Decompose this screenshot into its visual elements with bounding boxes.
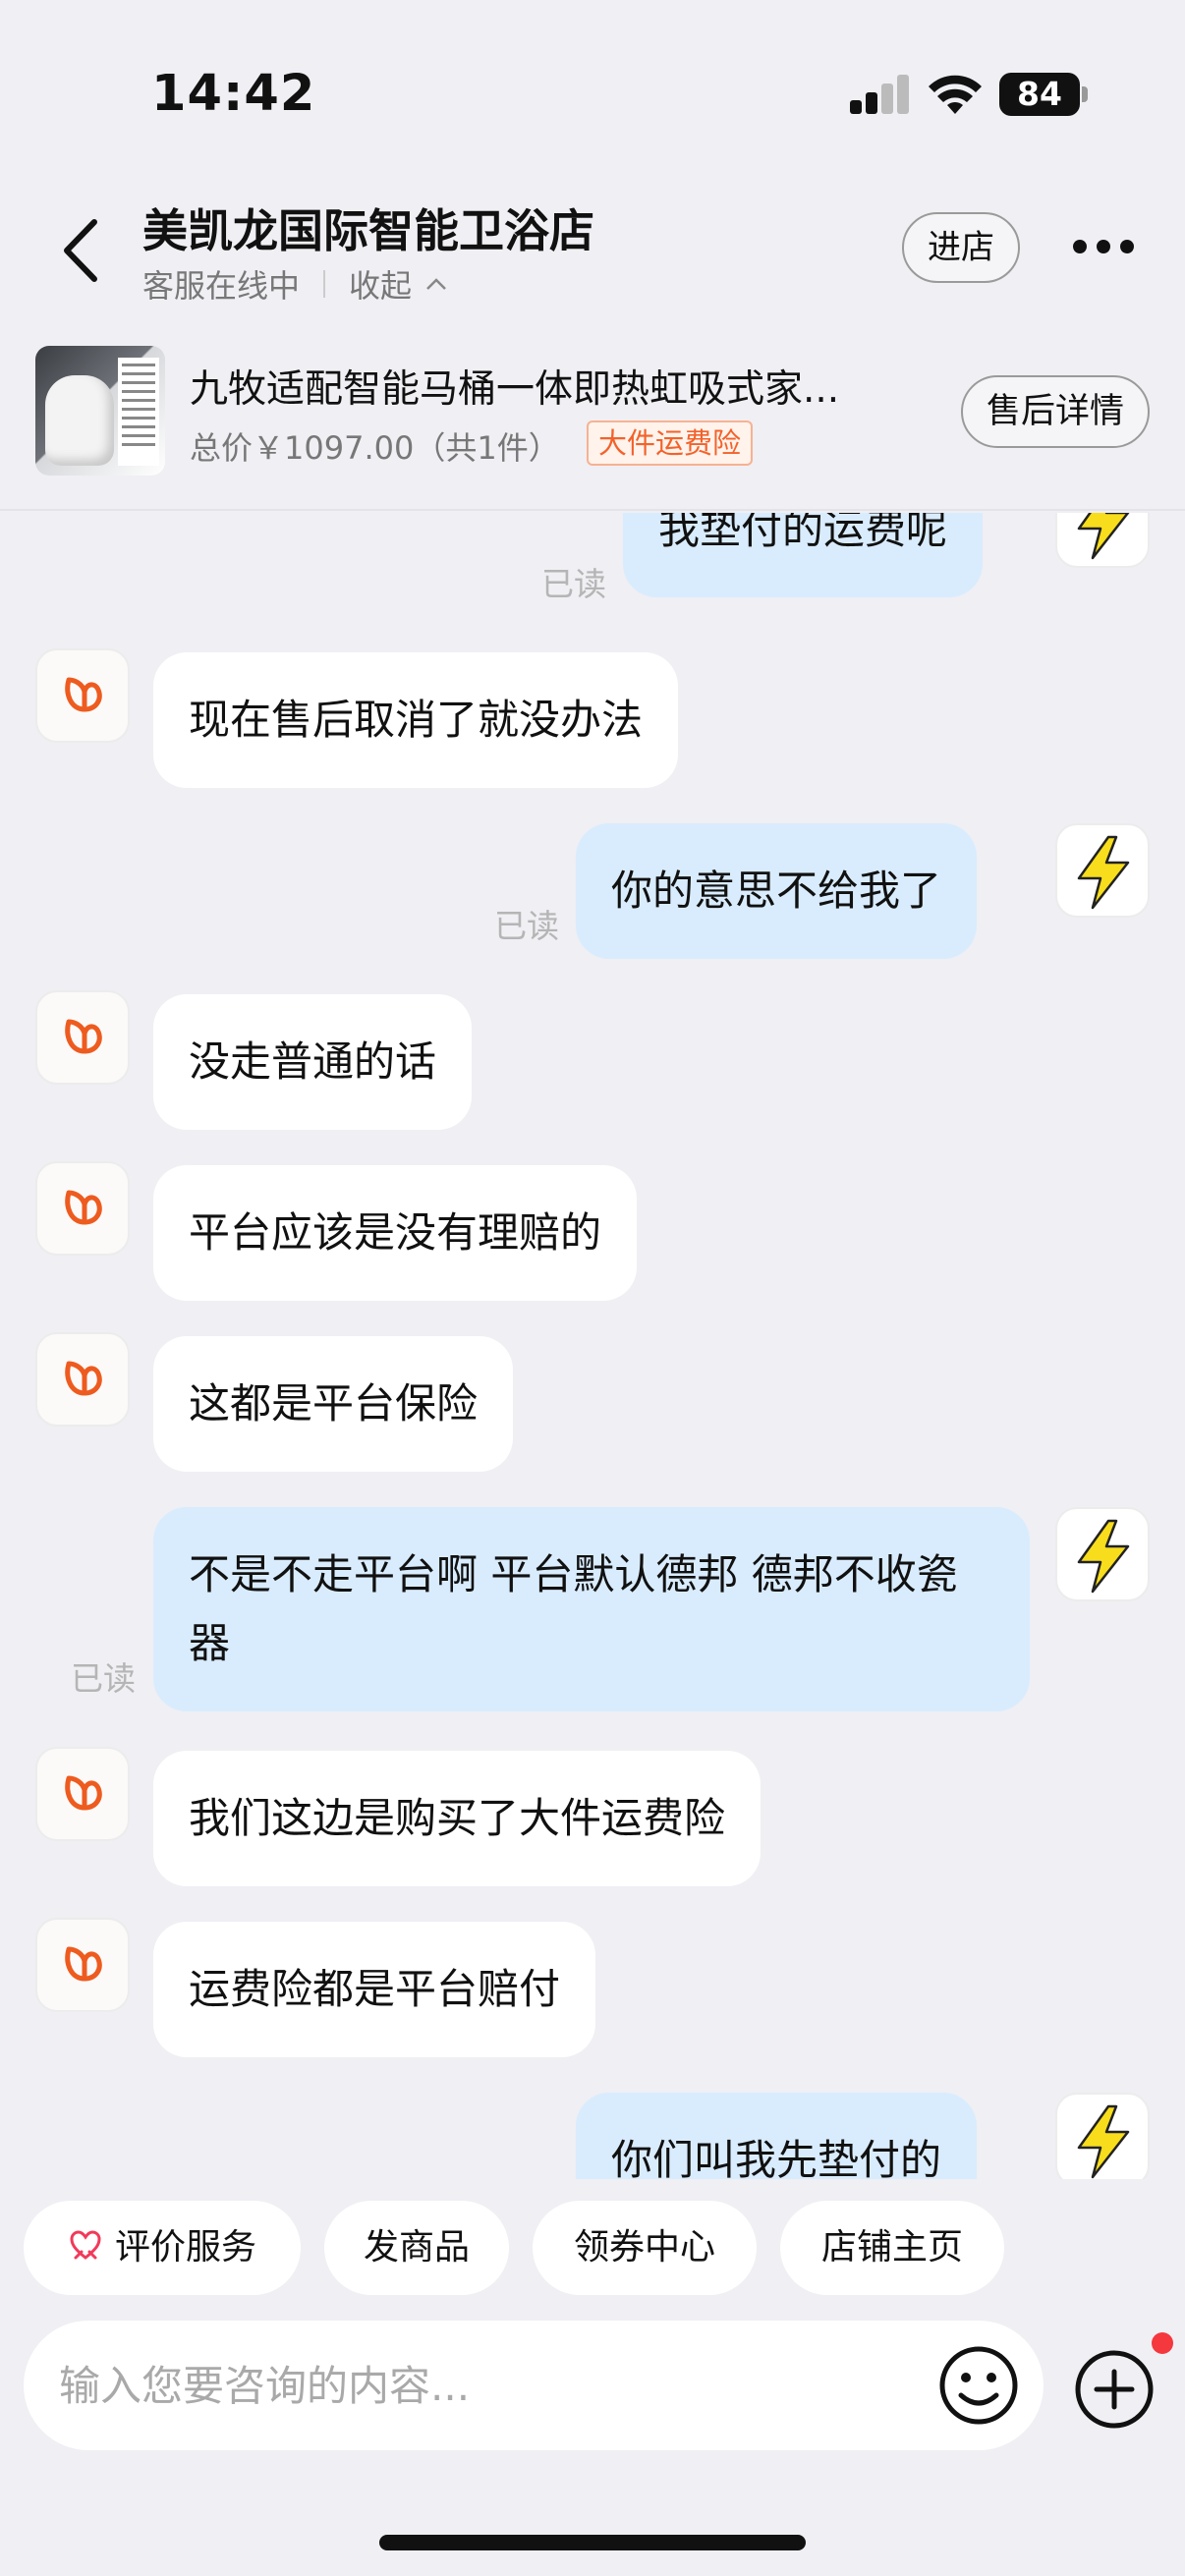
rate-service-chip[interactable]: 评价服务 bbox=[24, 2201, 301, 2295]
shop-avatar[interactable] bbox=[35, 1332, 130, 1427]
heart-hands-icon bbox=[70, 2230, 101, 2260]
shop-logo-icon bbox=[65, 1190, 102, 1225]
message-bubble[interactable]: 你的意思不给我了 bbox=[576, 823, 978, 959]
message-bubble[interactable]: 这都是平台保险 bbox=[153, 1336, 514, 1472]
back-arrow-icon[interactable] bbox=[57, 216, 104, 285]
status-bar: 14:42 84 bbox=[0, 0, 1185, 187]
status-time: 14:42 bbox=[151, 65, 316, 123]
shop-logo-icon bbox=[65, 677, 102, 712]
lightning-icon bbox=[1077, 835, 1130, 910]
coupon-center-chip[interactable]: 领券中心 bbox=[533, 2201, 757, 2295]
read-receipt: 已读 bbox=[494, 907, 559, 945]
message-bubble[interactable]: 运费险都是平台赔付 bbox=[153, 1922, 596, 2057]
product-card[interactable]: 九牧适配智能马桶一体即热虹吸式家... 总价￥1097.00（共1件） 大件运费… bbox=[0, 332, 1185, 511]
shop-logo-icon bbox=[65, 1946, 102, 1982]
message-bubble[interactable]: 我垫付的运费呢 bbox=[623, 513, 984, 597]
home-indicator[interactable] bbox=[379, 2535, 806, 2550]
lightning-icon bbox=[1077, 513, 1130, 560]
store-homepage-chip[interactable]: 店铺主页 bbox=[780, 2201, 1004, 2295]
service-status: 客服在线中 bbox=[142, 267, 301, 305]
message-bubble[interactable]: 现在售后取消了就没办法 bbox=[153, 652, 679, 788]
shipping-insurance-badge: 大件运费险 bbox=[587, 420, 754, 466]
message-bubble[interactable]: 平台应该是没有理赔的 bbox=[153, 1165, 638, 1301]
chevron-up-icon[interactable] bbox=[425, 277, 447, 291]
shop-avatar[interactable] bbox=[35, 1161, 130, 1256]
divider bbox=[323, 270, 326, 298]
shop-avatar[interactable] bbox=[35, 1747, 130, 1841]
shop-avatar[interactable] bbox=[35, 648, 130, 743]
lightning-icon bbox=[1077, 2104, 1130, 2179]
user-avatar[interactable] bbox=[1055, 823, 1150, 918]
user-avatar[interactable] bbox=[1055, 1507, 1150, 1601]
shop-logo-icon bbox=[65, 1775, 102, 1811]
quick-actions-bar: 评价服务 发商品 领券中心 店铺主页 bbox=[0, 2181, 1185, 2319]
after-sale-details-button[interactable]: 售后详情 bbox=[961, 375, 1150, 448]
add-more-icon[interactable] bbox=[1073, 2348, 1156, 2431]
message-input-container bbox=[24, 2321, 1044, 2450]
shop-subtitle: 客服在线中 收起 bbox=[142, 261, 447, 307]
send-product-chip[interactable]: 发商品 bbox=[324, 2201, 509, 2295]
shop-avatar[interactable] bbox=[35, 990, 130, 1085]
chat-messages[interactable]: 我垫付的运费呢 已读 现在售后取消了就没办法 你的意思不给我了 已读 没走普通的… bbox=[0, 513, 1185, 2179]
enter-store-button[interactable]: 进店 bbox=[902, 212, 1020, 283]
lightning-icon bbox=[1077, 1519, 1130, 1594]
shop-name: 美凯龙国际智能卫浴店 bbox=[142, 204, 594, 257]
battery-level: 84 bbox=[999, 73, 1080, 116]
user-avatar[interactable] bbox=[1055, 2093, 1150, 2179]
collapse-toggle[interactable]: 收起 bbox=[349, 261, 412, 307]
read-receipt: 已读 bbox=[541, 565, 606, 603]
emoji-icon[interactable] bbox=[937, 2344, 1020, 2427]
product-name: 九牧适配智能马桶一体即热虹吸式家... bbox=[190, 367, 840, 412]
notification-dot bbox=[1152, 2332, 1173, 2354]
message-bubble[interactable]: 我们这边是购买了大件运费险 bbox=[153, 1751, 762, 1886]
cellular-signal-icon bbox=[850, 75, 909, 114]
shop-avatar[interactable] bbox=[35, 1918, 130, 2012]
message-bubble[interactable]: 没走普通的话 bbox=[153, 994, 473, 1130]
more-options-icon[interactable] bbox=[1073, 236, 1134, 259]
user-avatar[interactable] bbox=[1055, 513, 1150, 568]
read-receipt: 已读 bbox=[71, 1659, 136, 1698]
product-price: 总价￥1097.00（共1件） bbox=[190, 429, 560, 467]
message-bubble[interactable]: 不是不走平台啊 平台默认德邦 德邦不收瓷器 bbox=[153, 1507, 1030, 1711]
message-input[interactable] bbox=[59, 2350, 904, 2421]
chip-label: 评价服务 bbox=[114, 2227, 256, 2268]
battery-tip-icon bbox=[1082, 86, 1088, 102]
message-bubble[interactable]: 你们叫我先垫付的 bbox=[576, 2093, 978, 2179]
shop-logo-icon bbox=[65, 1019, 102, 1054]
product-thumbnail[interactable] bbox=[35, 346, 165, 476]
read-receipt: 已读 bbox=[494, 2169, 559, 2179]
wifi-icon bbox=[929, 75, 982, 114]
shop-logo-icon bbox=[65, 1361, 102, 1396]
